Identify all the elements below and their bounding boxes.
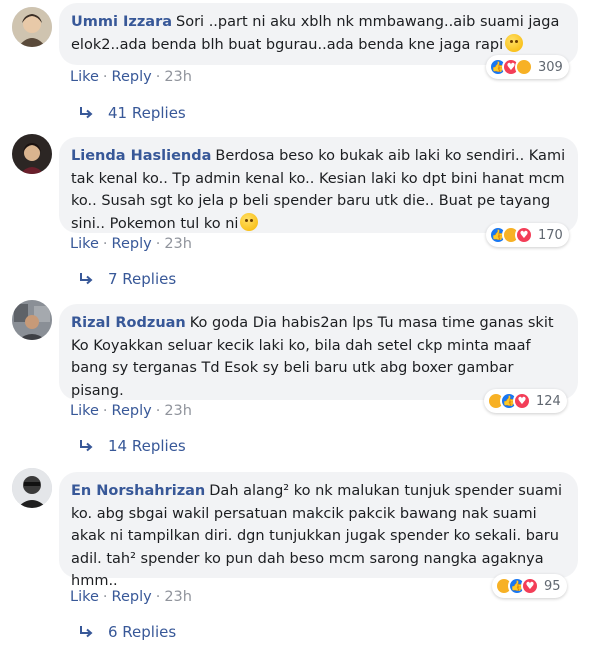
like-link[interactable]: Like	[70, 236, 99, 252]
separator-dot: ·	[102, 589, 108, 605]
avatar[interactable]	[12, 300, 52, 340]
reaction-summary[interactable]: 👍 ♥ 124	[484, 389, 567, 413]
reaction-summary[interactable]: 👍 ♥ 309	[486, 55, 569, 79]
view-replies-link[interactable]: 41 Replies	[78, 104, 186, 122]
comment-bubble: Rizal Rodzuan Ko goda Dia habis2an lps Tu…	[59, 304, 578, 400]
separator-dot: ·	[155, 403, 161, 419]
reaction-summary[interactable]: 👍 ♥ 170	[486, 223, 569, 247]
view-replies-link[interactable]: 7 Replies	[78, 270, 176, 288]
avatar[interactable]	[12, 468, 52, 508]
timestamp[interactable]: 23h	[164, 589, 192, 605]
reaction-count: 309	[538, 59, 563, 75]
comment-actions: Like · Reply · 23h	[70, 69, 192, 85]
separator-dot: ·	[155, 236, 161, 252]
smile-emoji-icon	[505, 33, 524, 52]
reaction-summary[interactable]: 👍 ♥ 95	[492, 574, 567, 598]
reaction-count: 170	[538, 227, 563, 243]
avatar[interactable]	[12, 7, 52, 47]
replies-count-label: 14 Replies	[108, 437, 186, 455]
love-icon: ♥	[513, 392, 531, 410]
sad-icon	[515, 58, 533, 76]
comment-bubble: Lienda Haslienda Berdosa beso ko bukak ai…	[59, 137, 578, 233]
view-replies-link[interactable]: 6 Replies	[78, 623, 176, 641]
like-link[interactable]: Like	[70, 403, 99, 419]
reply-arrow-icon	[78, 625, 94, 639]
timestamp[interactable]: 23h	[164, 236, 192, 252]
comment-actions: Like · Reply · 23h	[70, 403, 192, 419]
reaction-count: 124	[536, 393, 561, 409]
separator-dot: ·	[155, 589, 161, 605]
reply-link[interactable]: Reply	[112, 236, 152, 252]
pensive-emoji-icon	[240, 212, 259, 231]
reaction-count: 95	[544, 578, 561, 594]
reply-link[interactable]: Reply	[112, 589, 152, 605]
reply-link[interactable]: Reply	[112, 69, 152, 85]
comment-bubble: En Norshahrizan Dah alang² ko nk malukan …	[59, 472, 578, 589]
reply-link[interactable]: Reply	[112, 403, 152, 419]
reply-arrow-icon	[78, 106, 94, 120]
timestamp[interactable]: 23h	[164, 403, 192, 419]
comment-actions: Like · Reply · 23h	[70, 589, 192, 605]
separator-dot: ·	[102, 69, 108, 85]
separator-dot: ·	[102, 403, 108, 419]
replies-count-label: 7 Replies	[108, 270, 177, 288]
replies-count-label: 41 Replies	[108, 104, 186, 122]
separator-dot: ·	[102, 236, 108, 252]
love-icon: ♥	[521, 577, 539, 595]
view-replies-link[interactable]: 14 Replies	[78, 437, 186, 455]
comment-author[interactable]: En Norshahrizan	[71, 483, 205, 499]
comment-author[interactable]: Ummi Izzara	[71, 14, 172, 30]
avatar[interactable]	[12, 134, 52, 174]
like-link[interactable]: Like	[70, 589, 99, 605]
reply-arrow-icon	[78, 439, 94, 453]
comment-author[interactable]: Rizal Rodzuan	[71, 315, 186, 331]
replies-count-label: 6 Replies	[108, 623, 177, 641]
love-icon: ♥	[515, 226, 533, 244]
comment-author[interactable]: Lienda Haslienda	[71, 148, 211, 164]
reply-arrow-icon	[78, 272, 94, 286]
timestamp[interactable]: 23h	[164, 69, 192, 85]
like-link[interactable]: Like	[70, 69, 99, 85]
comment-actions: Like · Reply · 23h	[70, 236, 192, 252]
separator-dot: ·	[155, 69, 161, 85]
